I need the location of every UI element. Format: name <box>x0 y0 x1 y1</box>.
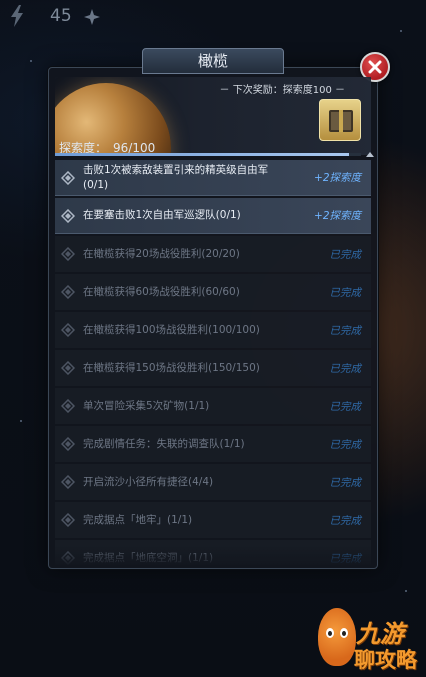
task-row: 在橄榄获得60场战役胜利(60/60) 已完成 <box>55 274 371 310</box>
task-text: 完成剧情任务：失联的调查队(1/1) <box>83 437 245 450</box>
task-diamond-icon <box>61 323 75 337</box>
task-row: 在橄榄获得100场战役胜利(100/100) 已完成 <box>55 312 371 348</box>
task-completed-label: 已完成 <box>329 438 362 451</box>
task-text: 在橄榄获得20场战役胜利(20/20) <box>83 247 240 260</box>
task-diamond-icon <box>61 170 75 185</box>
list-fade <box>55 545 371 565</box>
task-diamond-icon <box>61 361 75 375</box>
explore-progress-bar <box>55 153 361 156</box>
star <box>20 420 22 422</box>
mascot-icon <box>318 608 356 666</box>
task-diamond-icon <box>61 437 75 451</box>
task-row: 在橄榄获得20场战役胜利(20/20) 已完成 <box>55 236 371 272</box>
close-icon <box>368 60 382 74</box>
explore-progress-fill <box>55 153 349 156</box>
task-row[interactable]: 击败1次被索敌装置引来的精英级自由军(0/1) +2探索度 <box>55 160 371 196</box>
task-completed-label: 已完成 <box>329 400 362 413</box>
task-row: 完成据点「地牢」(1/1) 已完成 <box>55 502 371 538</box>
task-row[interactable]: 在要塞击败1次自由军巡逻队(0/1) +2探索度 <box>55 198 371 234</box>
task-text: 单次冒险采集5次矿物(1/1) <box>83 399 210 412</box>
energy-count: 45 <box>50 6 72 26</box>
task-diamond-icon <box>61 513 75 527</box>
task-diamond-icon <box>61 285 75 299</box>
task-completed-label: 已完成 <box>329 476 362 489</box>
task-completed-label: 已完成 <box>329 248 362 261</box>
task-row: 单次冒险采集5次矿物(1/1) 已完成 <box>55 388 371 424</box>
next-reward-label: － 下次奖励：探索度100 － <box>219 85 345 96</box>
add-energy-icon[interactable] <box>83 8 101 26</box>
task-completed-label: 已完成 <box>329 286 362 299</box>
star <box>405 590 407 592</box>
task-text: 在要塞击败1次自由军巡逻队(0/1) <box>83 209 241 221</box>
task-row: 完成剧情任务：失联的调查队(1/1) 已完成 <box>55 426 371 462</box>
task-completed-label: 已完成 <box>329 362 362 375</box>
task-text: 击败1次被索敌装置引来的精英级自由军(0/1) <box>83 163 269 191</box>
task-diamond-icon <box>61 399 75 413</box>
task-row: 开启流沙小径所有捷径(4/4) 已完成 <box>55 464 371 500</box>
task-text: 在橄榄获得60场战役胜利(60/60) <box>83 285 240 298</box>
task-diamond-icon <box>61 208 75 223</box>
energy-icon <box>11 5 23 27</box>
task-reward: +2探索度 <box>314 210 361 222</box>
task-completed-label: 已完成 <box>329 514 362 527</box>
panel-title: 橄榄 <box>142 48 284 74</box>
collapse-arrow-icon[interactable] <box>366 152 374 157</box>
watermark-logo: 九游 聊攻略 <box>318 600 426 677</box>
task-diamond-icon <box>61 475 75 489</box>
task-text: 完成据点「地牢」(1/1) <box>83 513 193 526</box>
task-list[interactable]: 击败1次被索敌装置引来的精英级自由军(0/1) +2探索度 在要塞击败1次自由军巡逻… <box>55 160 371 565</box>
watermark-line2: 聊攻略 <box>354 648 417 672</box>
task-text: 在橄榄获得150场战役胜利(150/150) <box>83 361 260 374</box>
task-diamond-icon <box>61 247 75 261</box>
task-reward: +2探索度 <box>314 172 361 184</box>
task-text: 开启流沙小径所有捷径(4/4) <box>83 475 214 488</box>
top-hud: 45 <box>0 0 426 34</box>
reward-crate-icon[interactable] <box>319 99 361 141</box>
task-completed-label: 已完成 <box>329 324 362 337</box>
task-text: 在橄榄获得100场战役胜利(100/100) <box>83 323 260 336</box>
star <box>30 60 32 62</box>
task-row: 在橄榄获得150场战役胜利(150/150) 已完成 <box>55 350 371 386</box>
planet-banner: － 下次奖励：探索度100 － 探索度： 96/100 <box>55 77 371 155</box>
